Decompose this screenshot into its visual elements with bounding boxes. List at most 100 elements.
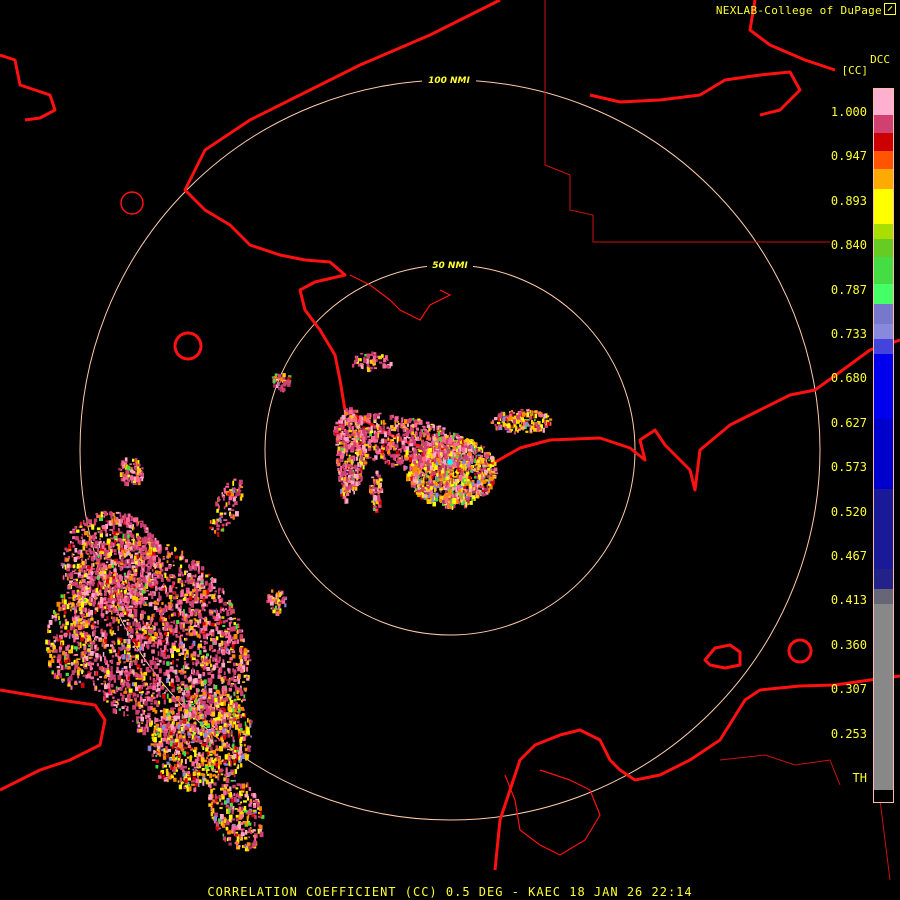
echo-gate xyxy=(215,793,217,797)
echo-gate xyxy=(146,719,148,725)
echo-gate xyxy=(181,652,184,655)
echo-gate xyxy=(211,816,214,819)
echo-gate xyxy=(123,590,127,594)
echo-gate xyxy=(227,492,231,495)
echo-gate xyxy=(240,793,243,797)
echo-gate xyxy=(126,714,129,716)
echo-gate xyxy=(78,569,81,572)
echo-gate xyxy=(65,621,69,626)
echo-gate xyxy=(195,778,200,784)
echo-gate xyxy=(68,548,72,552)
echo-gate xyxy=(134,467,137,471)
echo-gate xyxy=(100,582,103,588)
echo-gate xyxy=(247,822,252,826)
echo-gate xyxy=(126,619,130,622)
echo-gate xyxy=(242,821,246,823)
echo-gate xyxy=(176,715,181,719)
echo-gate xyxy=(185,597,188,604)
echo-gate xyxy=(168,594,173,600)
echo-gate xyxy=(120,614,125,617)
echo-gate xyxy=(86,635,89,637)
echo-gate xyxy=(201,764,204,767)
echo-gate xyxy=(185,704,189,710)
echo-gate xyxy=(216,527,220,531)
echo-gate xyxy=(70,609,72,612)
echo-gate xyxy=(158,678,161,684)
echo-gate xyxy=(184,709,189,714)
echo-gate xyxy=(98,666,103,671)
echo-gate xyxy=(119,583,123,589)
echo-gate xyxy=(89,666,93,671)
echo-gate xyxy=(132,537,135,540)
echo-gate xyxy=(225,767,228,773)
echo-gate xyxy=(236,618,241,621)
echo-gate xyxy=(205,747,209,752)
echo-gate xyxy=(95,652,99,658)
echo-gate xyxy=(94,611,97,614)
echo-gate xyxy=(215,728,218,730)
echo-gate xyxy=(474,473,476,477)
echo-gate xyxy=(56,634,58,640)
echo-gate xyxy=(117,674,122,681)
echo-gate xyxy=(104,638,108,643)
echo-gate xyxy=(178,703,181,706)
echo-gate xyxy=(126,603,129,607)
echo-gate xyxy=(197,775,199,778)
echo-gate xyxy=(168,715,171,721)
echo-gate xyxy=(144,683,148,686)
echo-gate xyxy=(151,569,154,572)
echo-gate xyxy=(233,634,238,640)
echo-gate xyxy=(80,632,83,635)
echo-gate xyxy=(80,682,85,688)
echo-gate xyxy=(126,683,131,689)
echo-gate xyxy=(127,513,131,518)
echo-gate xyxy=(220,646,223,649)
echo-gate xyxy=(194,751,197,758)
echo-gate xyxy=(198,689,201,692)
echo-gate xyxy=(206,653,209,657)
echo-gate xyxy=(217,496,220,502)
echo-gate xyxy=(200,640,203,643)
echo-gate xyxy=(148,549,151,554)
echo-gate xyxy=(207,621,209,625)
echo-gate xyxy=(152,685,156,691)
echo-gate xyxy=(201,689,205,692)
echo-gate xyxy=(487,464,490,467)
echo-gate xyxy=(444,504,447,509)
echo-gate xyxy=(177,612,180,618)
echo-gate xyxy=(118,467,121,471)
echo-gate xyxy=(197,565,200,570)
echo-gate xyxy=(245,823,248,827)
echo-gate xyxy=(210,762,214,765)
echo-gate xyxy=(180,634,184,637)
echo-gate xyxy=(126,517,130,522)
echo-gate xyxy=(201,708,204,712)
echo-gate xyxy=(147,696,151,702)
echo-gate xyxy=(190,741,194,744)
echo-gate xyxy=(179,753,182,757)
echo-gate xyxy=(76,563,80,569)
echo-gate xyxy=(111,542,114,547)
echo-gate xyxy=(103,575,106,579)
echo-gate xyxy=(236,792,239,795)
echo-gate xyxy=(142,632,145,635)
echo-gate xyxy=(149,659,154,666)
echo-gate xyxy=(224,763,229,766)
echo-gate xyxy=(121,679,123,683)
echo-gate xyxy=(193,732,196,735)
echo-gate xyxy=(278,592,282,598)
echo-gate xyxy=(123,533,128,539)
echo-gate xyxy=(65,672,69,677)
echo-gate xyxy=(145,547,148,553)
echo-gate xyxy=(133,608,138,614)
echo-gate xyxy=(156,748,159,751)
echo-gate xyxy=(132,540,135,545)
echo-gate xyxy=(209,613,214,616)
echo-gate xyxy=(119,531,123,534)
echo-gate xyxy=(131,480,133,484)
echo-gate xyxy=(208,601,211,604)
echo-gate xyxy=(178,735,182,738)
echo-gate xyxy=(210,669,213,673)
echo-gate xyxy=(235,818,239,822)
echo-gate xyxy=(122,515,124,518)
